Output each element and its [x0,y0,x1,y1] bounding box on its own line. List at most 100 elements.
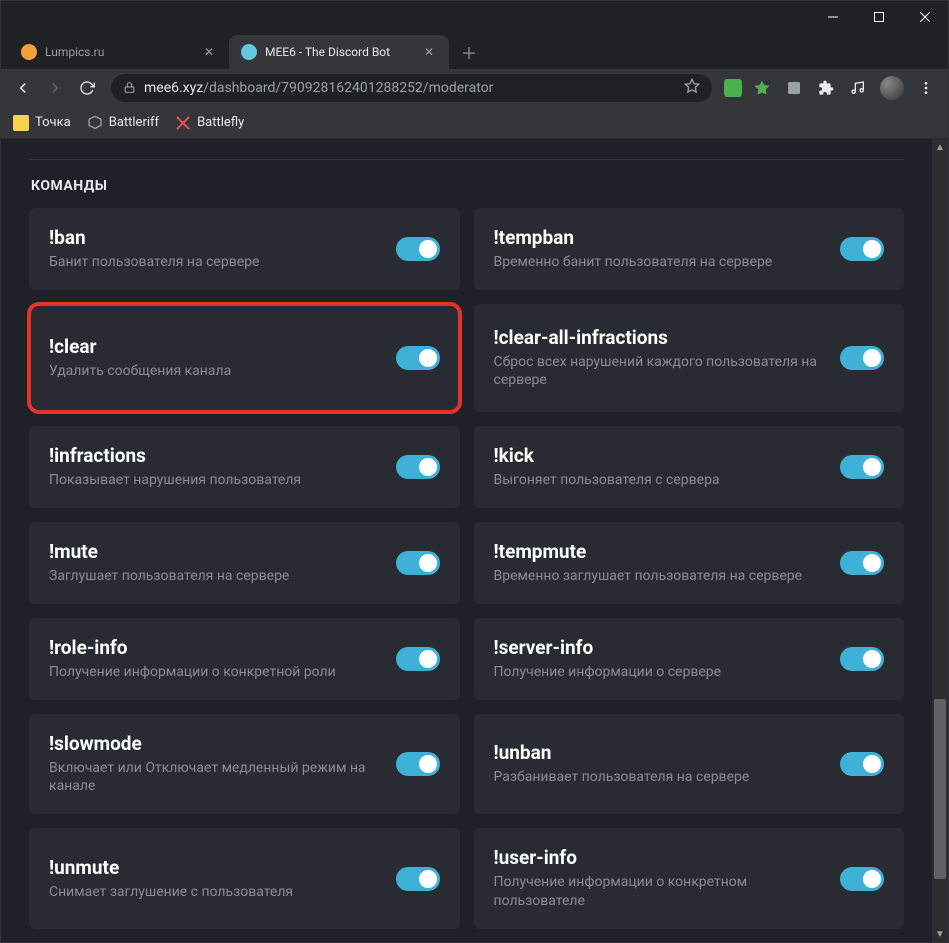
star-icon[interactable] [684,78,700,98]
command-toggle[interactable] [396,647,440,671]
command-text: !clear Удалить сообщения канала [49,335,396,381]
command-description: Показывает нарушения пользователя [49,471,384,490]
command-card[interactable]: !clear-all-infractions Сброс всех нарушен… [474,304,905,412]
window-minimize-button[interactable] [810,1,856,33]
command-card[interactable]: !banБанит пользователя на сервере [29,208,460,290]
command-name: !unmute [49,856,384,879]
toggle-knob [863,870,881,888]
scrollbar-thumb[interactable] [934,699,946,879]
command-card[interactable]: !mute Заглушает пользователя на сервере [29,522,460,604]
command-name: !clear-all-infractions [494,326,829,349]
command-description: Включает или Отключает медленный режим н… [49,759,384,797]
command-description: Получение информации о сервере [494,663,829,682]
command-toggle[interactable] [840,647,884,671]
toggle-knob [419,240,437,258]
window-maximize-button[interactable] [856,1,902,33]
command-card[interactable]: !role-info Получение информации о конкрет… [29,618,460,700]
command-toggle[interactable] [840,346,884,370]
command-toggle[interactable] [396,551,440,575]
close-icon[interactable]: ✕ [421,44,437,60]
command-card[interactable]: !infractions Показывает нарушения пользов… [29,426,460,508]
command-description: Временно заглушает пользователя на серве… [494,567,829,586]
window-close-button[interactable] [902,1,948,33]
command-toggle[interactable] [840,455,884,479]
command-name: !infractions [49,444,384,467]
command-name: !clear [49,335,384,358]
address-bar: mee6.xyz/dashboard/790928162401288252/mo… [1,69,948,107]
scroll-up-icon[interactable]: ▲ [932,139,948,155]
command-description: Заглушает пользователя на сервере [49,567,384,586]
extensions-menu-icon[interactable] [814,76,838,100]
media-icon[interactable] [846,76,870,100]
bookmark-icon [13,115,29,131]
command-name: !role-info [49,636,384,659]
command-text: !server-infoПолучение информации о серве… [494,636,841,682]
vertical-scrollbar[interactable]: ▲ ▼ [932,139,948,942]
command-text: !role-info Получение информации о конкрет… [49,636,396,682]
command-description: Банит пользователя на сервере [49,253,384,272]
back-button[interactable] [9,74,37,102]
scroll-down-icon[interactable]: ▼ [932,926,948,942]
command-card[interactable]: !tempmuteВременно заглушает пользователя… [474,522,905,604]
bookmark-tochka[interactable]: Точка [13,115,71,131]
section-title: КОМАНДЫ [31,178,904,194]
command-description: Получение информации о конкретной роли [49,663,384,682]
menu-button[interactable] [912,74,940,102]
command-card[interactable]: !tempbanВременно банит пользователя на с… [474,208,905,290]
toggle-knob [419,349,437,367]
command-card[interactable]: !unmuteСнимает заглушение с пользователя [29,828,460,929]
command-text: !infractions Показывает нарушения пользов… [49,444,396,490]
forward-button[interactable] [41,74,69,102]
command-description: Сброс всех нарушений каждого пользовател… [494,353,829,391]
command-name: !mute [49,540,384,563]
command-toggle[interactable] [396,867,440,891]
reload-button[interactable] [73,74,101,102]
toggle-knob [419,650,437,668]
close-icon[interactable]: ✕ [201,44,217,60]
extension-icon[interactable] [750,76,774,100]
command-toggle[interactable] [396,455,440,479]
toggle-knob [863,554,881,572]
favicon-icon [241,44,257,60]
bookmark-icon [175,115,191,131]
command-text: !kickВыгоняет пользователя с сервера [494,444,841,490]
bookmark-icon [87,115,103,131]
tab-title: MEE6 - The Discord Bot [265,45,415,59]
command-card[interactable]: !kickВыгоняет пользователя с сервера [474,426,905,508]
command-description: Разбанивает пользователя на сервере [494,768,829,787]
command-card[interactable]: !unban Разбанивает пользователя на сервер… [474,714,905,815]
page-content: КОМАНДЫ !banБанит пользователя на сервер… [1,139,932,942]
command-toggle[interactable] [396,346,440,370]
command-toggle[interactable] [396,237,440,261]
command-card[interactable]: !clear Удалить сообщения канала [29,304,460,412]
bookmark-battlefly[interactable]: Battlefly [175,115,244,131]
command-text: !slowmodeВключает или Отключает медленны… [49,732,396,797]
tab-mee6[interactable]: MEE6 - The Discord Bot ✕ [229,35,449,69]
command-name: !unban [494,741,829,764]
command-toggle[interactable] [840,752,884,776]
command-description: Временно банит пользователя на сервере [494,253,829,272]
page-viewport: КОМАНДЫ !banБанит пользователя на сервер… [1,139,948,942]
command-toggle[interactable] [840,237,884,261]
command-name: !user-info [494,846,829,869]
command-description: Удалить сообщения канала [49,362,384,381]
command-card[interactable]: !server-infoПолучение информации о серве… [474,618,905,700]
toggle-knob [863,240,881,258]
command-toggle[interactable] [840,867,884,891]
profile-avatar[interactable] [880,76,904,100]
bookmark-battleriff[interactable]: Battleriff [87,115,159,131]
omnibox[interactable]: mee6.xyz/dashboard/790928162401288252/mo… [111,74,712,102]
command-name: !kick [494,444,829,467]
command-card[interactable]: !user-infoПолучение информации о конкрет… [474,828,905,929]
toggle-knob [863,458,881,476]
extension-icon[interactable] [782,76,806,100]
bookmarks-bar: Точка Battleriff Battlefly [1,107,948,139]
command-text: !clear-all-infractions Сброс всех нарушен… [494,326,841,391]
extension-icon[interactable] [724,79,742,97]
command-card[interactable]: !slowmodeВключает или Отключает медленны… [29,714,460,815]
command-toggle[interactable] [396,752,440,776]
tab-lumpics[interactable]: Lumpics.ru ✕ [9,35,229,69]
toggle-knob [863,349,881,367]
new-tab-button[interactable]: ＋ [455,38,483,66]
command-toggle[interactable] [840,551,884,575]
